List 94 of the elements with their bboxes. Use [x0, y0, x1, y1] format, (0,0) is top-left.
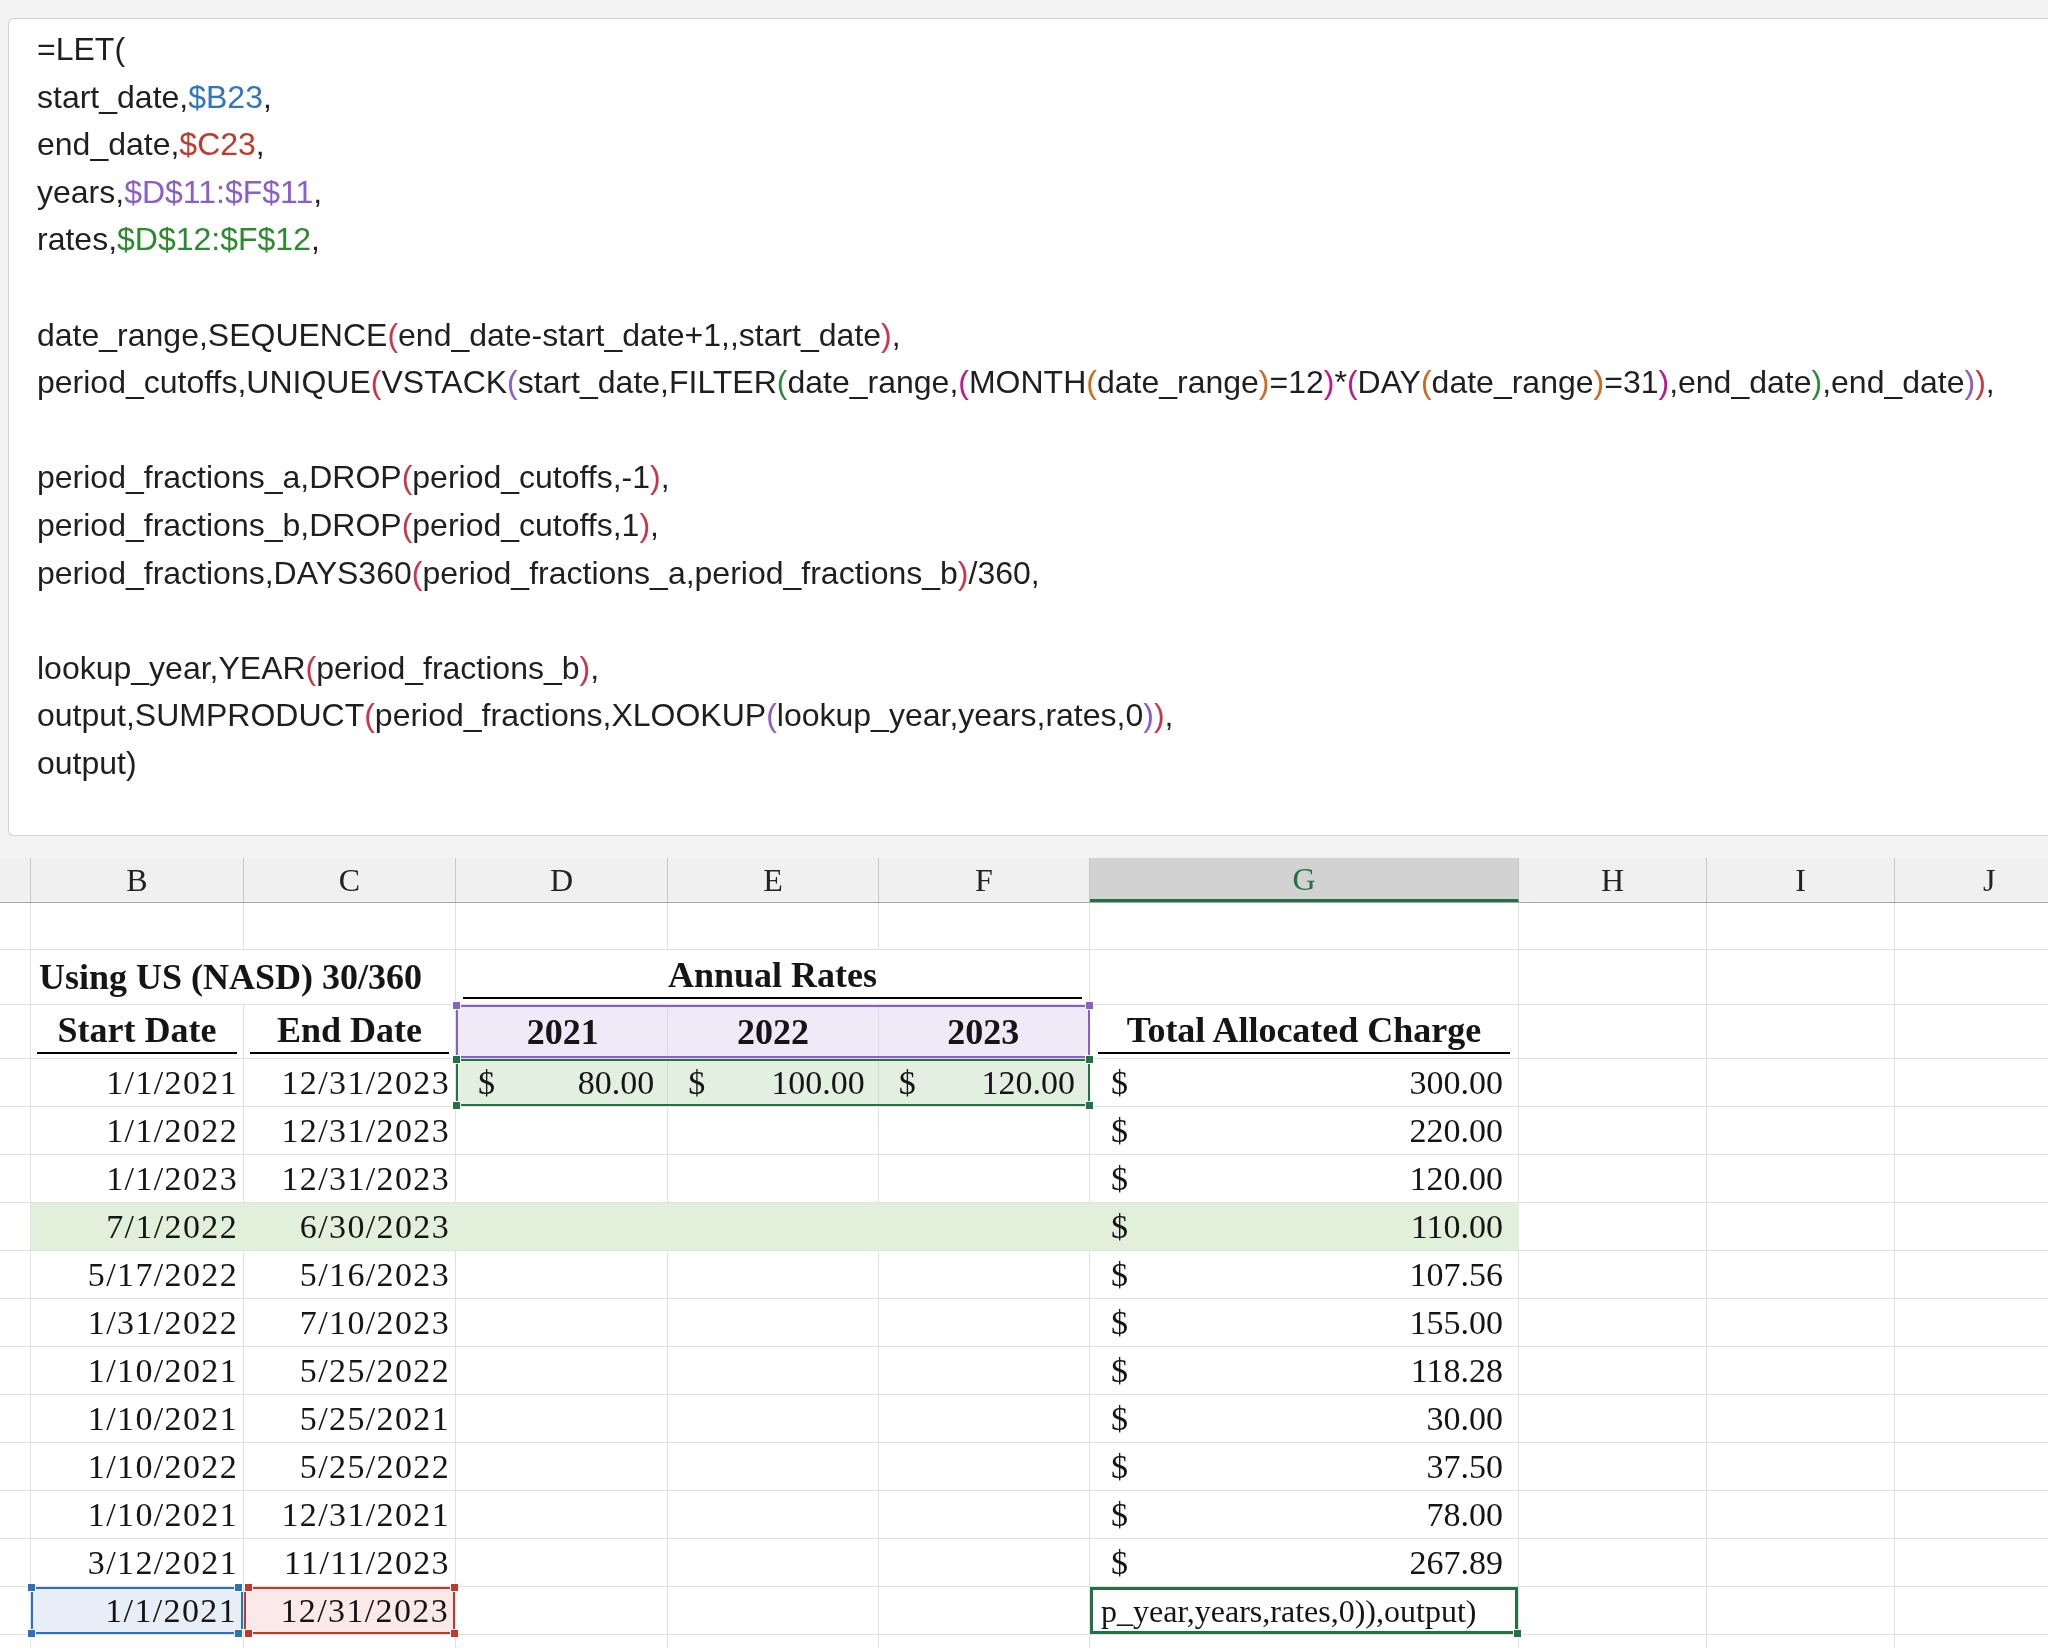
currency-symbol: $ [688, 1065, 706, 1100]
year-cell-text: 2022 [736, 1010, 810, 1054]
cell-editor[interactable]: p_year,years,rates,0)),output) [1090, 1587, 1518, 1634]
formula-field[interactable] [8, 18, 2048, 836]
currency-symbol: $ [1111, 1209, 1128, 1244]
formula-line: period_fractions_a,DROP(period_cutoffs,-1), [37, 458, 670, 498]
formula-line: rates,$D$12:$F$12, [37, 220, 320, 260]
currency-symbol: $ [1111, 1545, 1128, 1580]
date-cell-text: 1/10/2021 [86, 1350, 239, 1391]
date-cell-text: 5/25/2022 [298, 1446, 451, 1487]
column-header[interactable]: I [1707, 858, 1895, 902]
total-value: 155.00 [1409, 1305, 1503, 1340]
column-header[interactable]: G [1090, 858, 1519, 902]
handle-icon[interactable] [452, 1101, 461, 1110]
rate-value: 100.00 [771, 1065, 865, 1100]
date-cell-text: 12/31/2023 [280, 1158, 451, 1199]
date-cell-text: 1/10/2021 [86, 1398, 239, 1439]
date-cell-text: 1/1/2021 [105, 1062, 239, 1103]
total-value: 118.28 [1410, 1353, 1503, 1388]
currency-symbol: $ [1111, 1161, 1128, 1196]
handle-icon[interactable] [1513, 1629, 1522, 1638]
date-cell-text: 12/31/2023 [280, 1110, 451, 1151]
column-header[interactable]: B [31, 858, 244, 902]
currency-symbol: $ [898, 1065, 916, 1100]
formula-line: period_cutoffs,UNIQUE(VSTACK(start_date,FILTER(date_range,(MONTH(date_range)=12)*(DAY(date_range)=31),end_date),end_date)), [37, 363, 1995, 403]
currency-symbol: $ [1111, 1353, 1128, 1388]
date-cell-text: 1/10/2021 [86, 1494, 239, 1535]
total-value: 37.50 [1426, 1449, 1503, 1484]
total-value: 107.56 [1409, 1257, 1503, 1292]
formula-line: period_fractions_b,DROP(period_cutoffs,1), [37, 505, 659, 545]
date-cell-text: 5/17/2022 [86, 1254, 239, 1295]
column-title: Total Allocated Charge [1098, 1008, 1510, 1054]
formula-line: period_fractions,DAYS360(period_fractions_a,period_fractions_b)/360, [37, 553, 1040, 593]
handle-icon[interactable] [452, 1001, 461, 1010]
total-value: 220.00 [1409, 1113, 1503, 1148]
formula-line: output,SUMPRODUCT(period_fractions,XLOOKUP(lookup_year,years,rates,0)), [37, 696, 1174, 736]
total-value: 267.89 [1409, 1545, 1503, 1580]
column-header[interactable]: H [1519, 858, 1707, 902]
currency-symbol: $ [478, 1065, 495, 1100]
currency-symbol: $ [1111, 1113, 1128, 1148]
date-cell-text: 1/31/2022 [86, 1302, 239, 1343]
date-cell-text: 6/30/2023 [298, 1206, 451, 1247]
date-cell-text: 1/10/2022 [86, 1446, 239, 1487]
handle-icon[interactable] [1085, 1001, 1094, 1010]
date-cell-text: 7/10/2023 [298, 1302, 451, 1343]
formula-line: date_range,SEQUENCE(end_date-start_date+1,,start_date), [37, 315, 901, 355]
date-cell: 1/1/2021 [31, 1587, 243, 1634]
currency-symbol: $ [1111, 1305, 1128, 1340]
total-value: 110.00 [1410, 1209, 1503, 1244]
formula-line: start_date,$B23, [37, 77, 272, 117]
currency-symbol: $ [1111, 1401, 1128, 1436]
formula-line: output) [37, 743, 137, 783]
column-title: Start Date [37, 1008, 237, 1054]
column-header[interactable]: J [1895, 858, 2048, 902]
column-header[interactable]: D [456, 858, 668, 902]
date-cell-text: 1/1/2023 [105, 1158, 239, 1199]
total-value: 78.00 [1426, 1497, 1503, 1532]
formula-line: years,$D$11:$F$11, [37, 172, 323, 212]
currency-symbol: $ [1111, 1257, 1128, 1292]
date-cell-text: 11/11/2023 [283, 1542, 451, 1583]
date-cell-text: 7/1/2022 [105, 1206, 239, 1247]
handle-icon[interactable] [27, 1629, 36, 1638]
year-cell-text: 2021 [525, 1010, 600, 1054]
total-value: 300.00 [1409, 1065, 1503, 1100]
formula-line: end_date,$C23, [37, 125, 265, 165]
handle-icon[interactable] [1085, 1101, 1094, 1110]
handle-icon[interactable] [452, 1055, 461, 1064]
formula-line: =LET( [37, 30, 126, 69]
currency-symbol: $ [1111, 1449, 1128, 1484]
handle-icon[interactable] [450, 1583, 459, 1592]
total-value: 30.00 [1426, 1401, 1503, 1436]
year-cell-text: 2023 [946, 1010, 1021, 1054]
currency-symbol: $ [1111, 1065, 1128, 1100]
rate-value: 80.00 [577, 1065, 655, 1100]
date-cell-text: 5/25/2021 [298, 1398, 451, 1439]
column-title: End Date [250, 1008, 449, 1054]
date-cell-text: 5/16/2023 [298, 1254, 451, 1295]
column-header[interactable]: E [668, 858, 879, 902]
handle-icon[interactable] [1085, 1055, 1094, 1064]
date-cell-text: 5/25/2022 [298, 1350, 451, 1391]
currency-symbol: $ [1111, 1497, 1128, 1532]
date-cell-text: 3/12/2021 [86, 1542, 239, 1583]
date-cell: 12/31/2023 [244, 1587, 455, 1634]
formula-line: lookup_year,YEAR(period_fractions_b), [37, 648, 600, 688]
date-cell-text: 1/1/2022 [105, 1110, 239, 1151]
date-cell-text: 12/31/2023 [280, 1062, 451, 1103]
rate-value: 120.00 [981, 1065, 1075, 1100]
total-value: 120.00 [1409, 1161, 1503, 1196]
date-cell-text: 12/31/2021 [280, 1494, 451, 1535]
column-header[interactable]: C [244, 858, 456, 902]
sheet-title: Using US (NASD) 30/360 [39, 959, 423, 995]
handle-icon[interactable] [450, 1629, 459, 1638]
group-heading: Annual Rates [463, 953, 1082, 999]
handle-icon[interactable] [27, 1583, 36, 1592]
